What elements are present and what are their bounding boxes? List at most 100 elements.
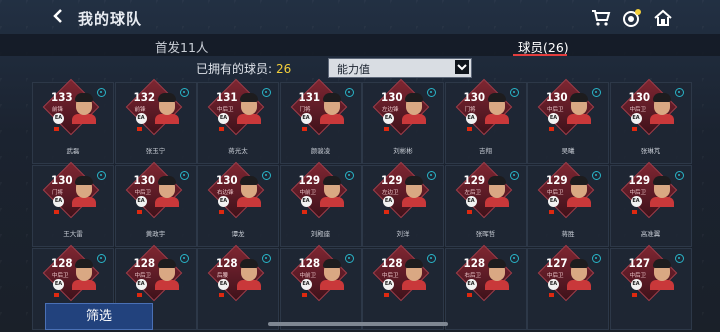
player-name: 黄政宇 [145,230,166,238]
ea-logo-icon: EA [300,113,312,124]
player-card[interactable]: 128 右后卫 EA [444,244,527,330]
chemistry-icon [262,171,271,180]
player-card[interactable]: 127 中后卫 EA [527,244,609,330]
player-name: 蒋胜 [561,230,575,238]
player-portrait [402,93,426,124]
player-portrait [319,176,344,207]
player-portrait [237,259,261,290]
player-card[interactable]: 129 中后卫 EA 蒋胜 [527,161,609,247]
player-card[interactable]: 130 中后卫 EA 张琳芃 [609,78,692,164]
player-grid: 133 前锋 EA 武磊 132 前锋 EA 张玉宁 131 中后卫 EA 蒋光太 131 门将 EA 颜骏凌… [32,78,692,332]
flag-icon [219,127,224,131]
player-position: 门将 [464,107,476,113]
player-card[interactable]: 129 左后卫 EA 张晖哲 [444,161,527,247]
player-position: 后腰 [217,273,229,279]
ea-logo-icon: EA [218,196,229,207]
player-position: 前锋 [52,107,64,113]
cart-icon[interactable] [590,7,612,29]
player-position: 中后卫 [629,107,647,113]
flag-icon [549,127,554,131]
player-rating: 128 [133,256,156,270]
player-position: 中后卫 [629,273,647,279]
player-card[interactable]: 129 中前卫 EA 刘殿座 [279,161,362,247]
player-card[interactable]: 131 中后卫 EA 蒋光太 [197,78,279,164]
back-arrow-icon[interactable] [50,6,68,26]
player-rating: 130 [546,90,568,104]
ea-logo-icon: EA [383,196,394,207]
active-tab-indicator [513,54,567,56]
player-rating: 131 [298,90,321,104]
player-card[interactable]: 130 中后卫 EA 黄政宇 [114,161,197,247]
owned-players-summary: 已拥有的球员: 26 [196,60,291,77]
flag-icon [136,210,142,214]
chemistry-icon [427,254,436,263]
tab-starting-eleven[interactable]: 首发11人 [155,37,208,56]
ea-logo-icon: EA [630,279,642,290]
chevron-down-icon [455,60,469,74]
ea-logo-icon: EA [383,279,394,290]
owned-count: 26 [276,62,292,76]
player-portrait [649,176,674,207]
player-portrait [237,93,261,124]
player-card[interactable]: 130 左边锋 EA 刘彬彬 [362,78,444,164]
player-card[interactable]: 127 中后卫 EA [609,244,692,330]
home-icon[interactable] [652,7,674,29]
player-portrait [484,93,509,124]
sort-dropdown[interactable]: 能力值 [328,58,472,78]
flag-icon [54,127,59,131]
player-name: 蒋光太 [228,147,248,155]
flag-icon [549,293,554,297]
flag-icon [54,293,59,297]
player-card[interactable]: 129 中后卫 EA 高准翼 [609,161,692,247]
player-rating: 127 [628,256,651,270]
chemistry-icon [509,88,519,97]
ea-logo-icon: EA [53,196,64,207]
player-position: 中后卫 [629,190,647,196]
player-card[interactable]: 130 门将 EA 吉翔 [444,78,527,164]
chemistry-icon [592,171,601,180]
player-position: 中前卫 [299,273,317,279]
target-icon[interactable] [621,7,643,29]
player-portrait [319,259,344,290]
player-portrait [567,176,591,207]
flag-icon [301,210,307,214]
header-bar: 我的球队 [0,0,720,34]
ea-logo-icon: EA [465,113,477,124]
player-portrait [484,176,509,207]
player-card[interactable]: 128 后腰 EA [197,244,279,330]
flag-icon [136,293,142,297]
chemistry-icon [262,88,271,97]
flag-icon [631,293,637,297]
player-position: 中前卫 [299,190,317,196]
player-name: 刘洋 [396,230,410,238]
flag-icon [631,127,637,131]
player-rating: 130 [628,90,651,104]
player-rating: 130 [216,173,238,187]
player-rating: 127 [546,256,568,270]
player-card[interactable]: 128 中后卫 EA [362,244,444,330]
player-card[interactable]: 129 左边卫 EA 刘洋 [362,161,444,247]
player-name: 高准翼 [640,230,661,238]
ea-logo-icon: EA [300,196,312,207]
chemistry-icon [427,88,436,97]
player-card[interactable]: 128 中前卫 EA [279,244,362,330]
ea-logo-icon: EA [383,113,394,124]
player-card[interactable]: 131 门将 EA 颜骏凌 [279,78,362,164]
player-card[interactable]: 132 前锋 EA 张玉宁 [114,78,197,164]
player-position: 门将 [299,107,311,113]
flag-icon [384,293,389,297]
chemistry-icon [179,88,189,97]
player-rating: 129 [463,173,486,187]
flag-icon [301,293,307,297]
chemistry-icon [97,88,106,97]
player-position: 中后卫 [547,273,564,279]
player-card[interactable]: 130 右边锋 EA 谭龙 [197,161,279,247]
player-card[interactable]: 130 门将 EA 王大雷 [32,161,114,247]
filter-button[interactable]: 筛选 [45,303,153,330]
player-rating: 129 [546,173,568,187]
ea-logo-icon: EA [135,113,147,124]
player-portrait [237,176,261,207]
player-card[interactable]: 130 中后卫 EA 吴曦 [527,78,609,164]
player-card[interactable]: 133 前锋 EA 武磊 [32,78,114,164]
chemistry-icon [674,171,684,180]
